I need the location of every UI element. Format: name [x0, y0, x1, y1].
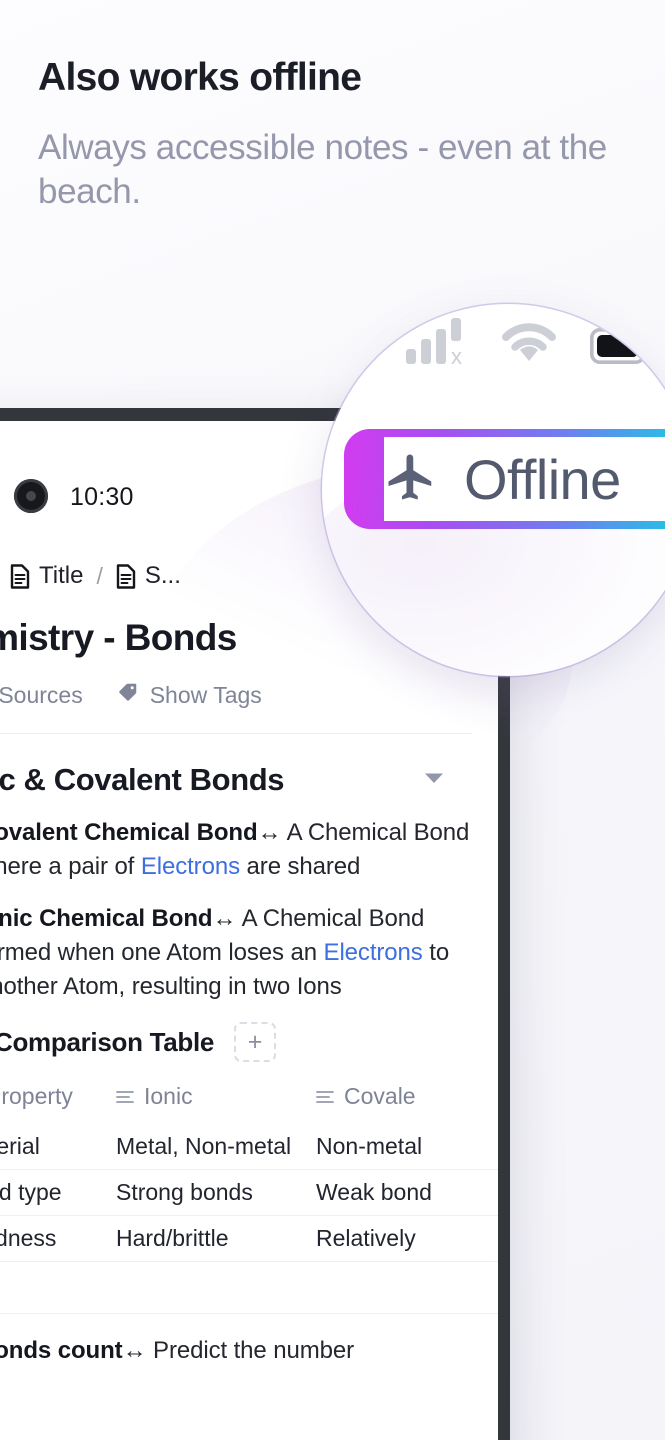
arrow-glyph: ↔: [212, 905, 237, 933]
table-cell: Metal, Non-metal: [116, 1133, 292, 1160]
text-lines-icon: [116, 1083, 134, 1110]
table-cell: Strong bonds: [116, 1179, 253, 1206]
list-item-text: Ionic Chemical Bond↔ A Chemical Bond for…: [0, 902, 472, 1004]
battery-icon: [589, 327, 652, 369]
arrow-glyph: ↔: [122, 1337, 147, 1365]
note-section: Ionic & Covalent Bonds Covalent Chemical…: [0, 762, 498, 1368]
table-cell: Hardness: [0, 1225, 57, 1252]
add-sources-button[interactable]: Add Sources: [0, 681, 83, 709]
table-cell: Bond type: [0, 1179, 62, 1206]
document-icon: [10, 563, 30, 589]
breadcrumb-item-current[interactable]: S...: [116, 562, 181, 590]
table-cell: Hard/brittle: [116, 1225, 229, 1252]
text-after-link: are shared: [239, 853, 361, 881]
status-clock: 10:30: [70, 483, 134, 511]
add-row-button[interactable]: +: [0, 1262, 498, 1315]
document-icon: [116, 563, 136, 589]
term-label: Bonds count: [0, 1337, 123, 1365]
section-heading: Ionic & Covalent Bonds: [0, 762, 285, 797]
breadcrumb-label: S...: [144, 562, 181, 589]
trailing-text: Predict the number: [146, 1337, 355, 1365]
section-content: Covalent Chemical Bond↔ A Chemical Bond …: [0, 816, 498, 1368]
tag-icon: [117, 681, 139, 709]
note-divider: [0, 733, 472, 734]
wifi-icon: [500, 322, 558, 369]
arrow-glyph: ↔: [257, 819, 282, 846]
electrons-link[interactable]: Electrons: [324, 939, 423, 966]
list-item[interactable]: Bonds count↔ Predict the number: [0, 1334, 472, 1368]
show-tags-button[interactable]: Show Tags: [117, 681, 262, 709]
comparison-table: Property Ionic Covale: [0, 1068, 498, 1315]
table-cell: Non-metal: [316, 1133, 423, 1160]
svg-text:x: x: [451, 344, 462, 364]
electrons-link[interactable]: Electrons: [141, 853, 240, 880]
column-header-property[interactable]: Property: [0, 1083, 116, 1110]
table-header-row: Comparison Table +: [0, 1022, 472, 1063]
promo-block: Also works offline Always accessible not…: [38, 56, 638, 214]
offline-badge-label: Offline: [464, 447, 621, 511]
airplane-icon: [384, 450, 438, 509]
camera-punch-hole: [14, 479, 48, 513]
table-row[interactable]: Bond type Strong bonds Weak bond: [0, 1170, 498, 1217]
term-label: Ionic Chemical Bond: [0, 905, 213, 933]
list-item[interactable]: Covalent Chemical Bond↔ A Chemical Bond …: [0, 816, 472, 884]
note-action-row: Add Sources Show Tags: [0, 681, 472, 709]
table-title[interactable]: Comparison Table: [0, 1027, 214, 1058]
table-cell: Material: [0, 1133, 40, 1160]
table-head: Property Ionic Covale: [0, 1068, 498, 1124]
list-item-text: Covalent Chemical Bond↔ A Chemical Bond …: [0, 816, 472, 884]
screenshot-root: Also works offline Always accessible not…: [0, 0, 665, 1440]
add-column-button[interactable]: +: [234, 1022, 277, 1063]
table-cell: Relatively: [316, 1225, 416, 1252]
table-row[interactable]: Material Metal, Non-metal Non-metal: [0, 1124, 498, 1171]
column-header-label: Ionic: [144, 1082, 193, 1109]
breadcrumb-separator: /: [96, 562, 103, 589]
table-row[interactable]: Hardness Hard/brittle Relatively: [0, 1216, 498, 1263]
column-header-label: Property: [0, 1082, 73, 1109]
chevron-down-icon[interactable]: [424, 771, 444, 789]
page-title: Also works offline: [38, 56, 362, 99]
show-tags-label: Show Tags: [149, 681, 262, 708]
table-cell: Weak bond: [316, 1179, 432, 1206]
magnified-status-icons: x: [406, 318, 652, 369]
add-sources-label: Add Sources: [0, 681, 83, 708]
signal-bars-no-service-icon: x: [406, 318, 468, 369]
column-header-covalent[interactable]: Covale: [316, 1083, 498, 1110]
term-label: Covalent Chemical Bond: [0, 819, 258, 846]
breadcrumb-label: Title: [39, 562, 84, 589]
table-block: Comparison Table + Property: [0, 1022, 498, 1315]
section-header[interactable]: Ionic & Covalent Bonds: [0, 762, 472, 798]
list-item-text: Bonds count↔ Predict the number: [0, 1334, 354, 1368]
offline-badge[interactable]: Offline: [344, 429, 665, 529]
text-lines-icon: [316, 1083, 334, 1110]
breadcrumb-item-title[interactable]: Title: [10, 562, 83, 590]
page-subtitle: Always accessible notes - even at the be…: [38, 127, 607, 211]
list-item[interactable]: Ionic Chemical Bond↔ A Chemical Bond for…: [0, 902, 472, 1004]
column-header-label: Covale: [344, 1082, 416, 1109]
breadcrumb: Title / S...: [10, 562, 181, 590]
note-body: Chemistry - Bonds Add Sources Show Tags: [0, 617, 498, 1386]
column-header-ionic[interactable]: Ionic: [116, 1083, 316, 1110]
